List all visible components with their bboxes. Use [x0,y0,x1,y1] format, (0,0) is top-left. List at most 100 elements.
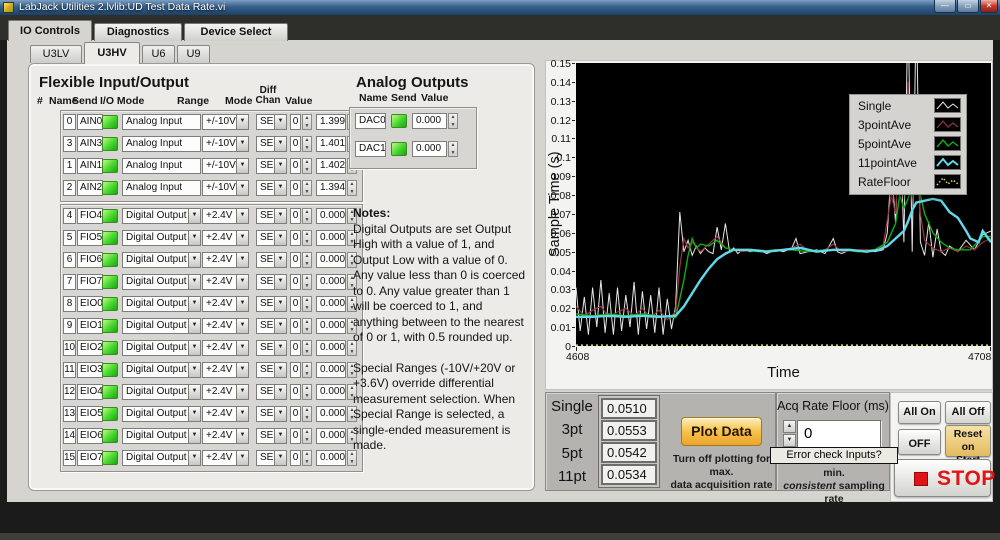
send-led-button[interactable] [102,341,118,355]
spinner-icon[interactable] [302,114,312,130]
dropdown-arrow-icon[interactable] [188,384,201,400]
send-led-button[interactable] [391,114,407,128]
spinner-icon[interactable] [448,141,458,157]
diff-chan-field[interactable]: 0 [290,318,301,334]
channel-name-field[interactable]: AIN1 [77,158,103,174]
send-led-button[interactable] [102,115,118,129]
dropdown-arrow-icon[interactable] [188,208,201,224]
dropdown-arrow-icon[interactable] [236,158,249,174]
spinner-icon[interactable] [302,158,312,174]
spinner-icon[interactable] [302,362,312,378]
range-select[interactable]: +/-10V [202,136,237,152]
spinner-icon[interactable] [302,340,312,356]
stop-button[interactable]: STOP [894,459,991,497]
dropdown-arrow-icon[interactable] [236,274,249,290]
range-select[interactable]: +/-10V [202,158,237,174]
tab-io-controls[interactable]: IO Controls [8,20,92,41]
legend-item-Single[interactable]: Single [850,97,966,116]
dropdown-arrow-icon[interactable] [188,252,201,268]
mode-select[interactable]: SE [256,340,275,356]
diff-chan-field[interactable]: 0 [290,230,301,246]
channel-name-field[interactable]: EIO6 [77,428,103,444]
dropdown-arrow-icon[interactable] [236,208,249,224]
value-field[interactable]: 0.000 [316,340,346,356]
diff-chan-field[interactable]: 0 [290,450,301,466]
dac-value-field[interactable]: 0.000 [412,113,447,129]
mode-select[interactable]: SE [256,274,275,290]
send-led-button[interactable] [102,451,118,465]
value-field[interactable]: 1.399 [316,114,346,130]
dropdown-arrow-icon[interactable] [188,450,201,466]
channel-name-field[interactable]: AIN0 [77,114,103,130]
diff-chan-field[interactable]: 0 [290,340,301,356]
channel-name-field[interactable]: EIO3 [77,362,103,378]
spinner-icon[interactable] [302,450,312,466]
tab-u9[interactable]: U9 [177,45,210,63]
tab-u6[interactable]: U6 [142,45,175,63]
range-select[interactable]: +2.4V [202,428,237,444]
dropdown-arrow-icon[interactable] [236,114,249,130]
channel-name-field[interactable]: EIO7 [77,450,103,466]
spinner-icon[interactable] [302,136,312,152]
dropdown-arrow-icon[interactable] [274,208,287,224]
range-select[interactable]: +2.4V [202,230,237,246]
channel-name-field[interactable]: FIO4 [77,208,103,224]
dropdown-arrow-icon[interactable] [274,362,287,378]
dropdown-arrow-icon[interactable] [274,158,287,174]
dropdown-arrow-icon[interactable] [188,230,201,246]
send-led-button[interactable] [102,181,118,195]
all-off-button[interactable]: All Off [945,401,991,424]
io-mode-select[interactable]: Digital Output [122,450,189,466]
range-select[interactable]: +2.4V [202,406,237,422]
dropdown-arrow-icon[interactable] [188,296,201,312]
dropdown-arrow-icon[interactable] [188,318,201,334]
value-field[interactable]: 0.000 [316,318,346,334]
send-led-button[interactable] [102,363,118,377]
dac-value-field[interactable]: 0.000 [412,141,447,157]
dropdown-arrow-icon[interactable] [274,318,287,334]
io-mode-select[interactable]: Analog Input [122,180,201,196]
dropdown-arrow-icon[interactable] [236,318,249,334]
mode-select[interactable]: SE [256,450,275,466]
diff-chan-field[interactable]: 0 [290,180,301,196]
value-field[interactable]: 0.000 [316,384,346,400]
send-led-button[interactable] [102,275,118,289]
mode-select[interactable]: SE [256,428,275,444]
spinner-icon[interactable] [302,252,312,268]
dropdown-arrow-icon[interactable] [236,296,249,312]
send-led-button[interactable] [102,253,118,267]
send-led-button[interactable] [102,407,118,421]
mode-select[interactable]: SE [256,296,275,312]
minimize-button[interactable]: — [934,0,956,13]
dropdown-arrow-icon[interactable] [236,136,249,152]
io-mode-select[interactable]: Digital Output [122,296,189,312]
dropdown-arrow-icon[interactable] [236,450,249,466]
dropdown-arrow-icon[interactable] [274,180,287,196]
value-field[interactable]: 0.000 [316,252,346,268]
mode-select[interactable]: SE [256,362,275,378]
off-toggle-button[interactable]: OFF [898,429,941,455]
channel-name-field[interactable]: EIO5 [77,406,103,422]
io-mode-select[interactable]: Digital Output [122,318,189,334]
mode-select[interactable]: SE [256,406,275,422]
dropdown-arrow-icon[interactable] [236,252,249,268]
io-mode-select[interactable]: Digital Output [122,208,189,224]
dropdown-arrow-icon[interactable] [188,362,201,378]
mode-select[interactable]: SE [256,252,275,268]
value-field[interactable]: 0.000 [316,406,346,422]
io-mode-select[interactable]: Digital Output [122,362,189,378]
legend-item-5pointAve[interactable]: 5pointAve [850,135,966,154]
diff-chan-field[interactable]: 0 [290,114,301,130]
diff-chan-field[interactable]: 0 [290,136,301,152]
io-mode-select[interactable]: Digital Output [122,252,189,268]
range-select[interactable]: +2.4V [202,318,237,334]
tab-u3hv[interactable]: U3HV [84,42,140,64]
range-select[interactable]: +/-10V [202,180,237,196]
dropdown-arrow-icon[interactable] [188,274,201,290]
send-led-button[interactable] [102,231,118,245]
channel-name-field[interactable]: EIO4 [77,384,103,400]
range-select[interactable]: +2.4V [202,252,237,268]
dac-name-field[interactable]: DAC1 [355,141,386,157]
value-field[interactable]: 0.000 [316,230,346,246]
tab-diagnostics[interactable]: Diagnostics [94,23,182,41]
